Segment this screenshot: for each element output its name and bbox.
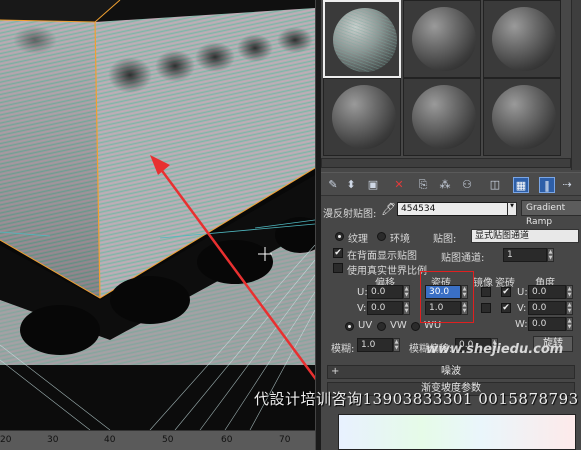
map-label: 漫反射贴图: bbox=[323, 209, 377, 220]
environ-radio[interactable] bbox=[377, 232, 386, 241]
v-mirror-checkbox[interactable] bbox=[481, 303, 491, 313]
blur-spinner[interactable]: ▲ ▼ bbox=[393, 338, 400, 352]
timeline-tick: 50 bbox=[162, 435, 174, 445]
timeline-tick: 40 bbox=[104, 435, 116, 445]
slots-vertical-scrollbar[interactable] bbox=[571, 0, 581, 170]
timeline-ruler[interactable]: 20 30 40 50 60 70 bbox=[0, 430, 318, 450]
make-unique-icon[interactable]: ⎘ bbox=[415, 177, 431, 193]
material-toolbar: ✎ ⬍ ▣ ✕ ⎘ ⁂ ⚇ ◫ ▦ ‖ ⇢ bbox=[321, 172, 581, 196]
material-editor-panel: ✎ ⬍ ▣ ✕ ⎘ ⁂ ⚇ ◫ ▦ ‖ ⇢ 漫反射贴图: 🖊 454534 ▼ … bbox=[321, 0, 581, 450]
plus-icon: + bbox=[331, 366, 340, 377]
v-angle-label: V: bbox=[517, 303, 527, 314]
uv-label: UV bbox=[358, 320, 373, 331]
v-angle-field[interactable]: 0.0 bbox=[528, 301, 566, 315]
uv-radio[interactable] bbox=[345, 322, 354, 331]
chevron-down-icon[interactable]: ▼ bbox=[507, 202, 517, 216]
go-to-parent-icon[interactable]: ‖ bbox=[539, 177, 555, 193]
map-type-button[interactable]: Gradient Ramp bbox=[521, 200, 581, 227]
assign-to-selection-icon[interactable]: ▣ bbox=[365, 177, 381, 193]
vw-label: VW bbox=[390, 320, 407, 331]
v-offset-spinner[interactable]: ▲ ▼ bbox=[403, 301, 410, 315]
show-on-back-label: 在背面显示贴图 bbox=[347, 251, 417, 262]
w-angle-spinner[interactable]: ▲ ▼ bbox=[566, 317, 573, 331]
u-tile-checkbox[interactable]: ✔ bbox=[501, 287, 511, 297]
material-slot[interactable] bbox=[403, 78, 481, 156]
environ-label: 环境 bbox=[390, 234, 410, 245]
put-to-scene-icon[interactable]: ⬍ bbox=[343, 177, 359, 193]
v-angle-spinner[interactable]: ▲ ▼ bbox=[566, 301, 573, 315]
u-offset-field[interactable]: 0.0 bbox=[367, 285, 403, 299]
3d-viewport[interactable] bbox=[0, 0, 315, 430]
v-tile-checkbox[interactable]: ✔ bbox=[501, 303, 511, 313]
mapping-dropdown[interactable]: 显式贴图通道 bbox=[471, 229, 579, 243]
material-sphere bbox=[412, 85, 476, 149]
material-sphere bbox=[412, 7, 476, 71]
u-angle-spinner[interactable]: ▲ ▼ bbox=[566, 285, 573, 299]
texture-label: 纹理 bbox=[348, 234, 368, 245]
w-angle-field[interactable]: 0.0 bbox=[528, 317, 566, 331]
texture-radio[interactable] bbox=[335, 232, 344, 241]
u-angle-field[interactable]: 0.0 bbox=[528, 285, 566, 299]
u-offset-spinner[interactable]: ▲ ▼ bbox=[403, 285, 410, 299]
go-forward-icon[interactable]: ⇢ bbox=[559, 177, 575, 193]
material-sphere bbox=[332, 85, 396, 149]
map-channel-spinner[interactable]: ▲ ▼ bbox=[547, 248, 554, 262]
v-offset-field[interactable]: 0.0 bbox=[367, 301, 403, 315]
mapping-label: 贴图: bbox=[433, 234, 457, 245]
u-angle-label: U: bbox=[517, 287, 528, 298]
viewport-scene bbox=[0, 0, 315, 430]
reset-map-icon[interactable]: ✕ bbox=[391, 177, 407, 193]
material-id-icon[interactable]: ⚇ bbox=[459, 177, 475, 193]
blur-field[interactable]: 1.0 bbox=[357, 338, 393, 352]
v-label: V: bbox=[357, 303, 367, 314]
noise-rollout[interactable]: 噪波 bbox=[327, 365, 575, 379]
timeline-tick: 70 bbox=[279, 435, 291, 445]
material-sphere bbox=[492, 85, 556, 149]
gradient-ramp-preview[interactable] bbox=[338, 414, 576, 450]
site-url-watermark: www.shejiedu.com bbox=[426, 342, 564, 357]
put-to-library-icon[interactable]: ⁂ bbox=[437, 177, 453, 193]
material-slot[interactable] bbox=[323, 78, 401, 156]
map-channel-field[interactable]: 1 bbox=[503, 248, 547, 262]
contact-watermark: 代設计培训咨询13903833301 0015878793 bbox=[254, 390, 579, 408]
wu-radio[interactable] bbox=[411, 322, 420, 331]
material-slot[interactable] bbox=[403, 0, 481, 78]
u-mirror-checkbox[interactable] bbox=[481, 287, 491, 297]
map-name-field[interactable]: 454534 bbox=[397, 202, 517, 216]
slots-horizontal-scrollbar[interactable] bbox=[321, 158, 571, 168]
show-on-back-checkbox[interactable]: ✔ bbox=[333, 248, 343, 258]
material-slot[interactable] bbox=[483, 78, 561, 156]
timeline-tick: 30 bbox=[47, 435, 59, 445]
get-material-icon[interactable]: ✎ bbox=[325, 177, 341, 193]
blur-label: 模糊: bbox=[331, 344, 355, 355]
material-slot[interactable] bbox=[323, 0, 401, 78]
show-end-result-icon[interactable]: ▦ bbox=[513, 177, 529, 193]
timeline-tick: 20 bbox=[0, 435, 12, 445]
map-channel-label: 贴图通道: bbox=[441, 253, 485, 264]
timeline-tick: 60 bbox=[221, 435, 233, 445]
show-map-icon[interactable]: ◫ bbox=[487, 177, 503, 193]
vw-radio[interactable] bbox=[377, 322, 386, 331]
w-label: W: bbox=[515, 319, 528, 330]
eyedropper-icon[interactable]: 🖊 bbox=[381, 202, 396, 216]
material-sphere bbox=[333, 8, 397, 72]
tiling-highlight-box bbox=[420, 271, 474, 323]
material-slot[interactable] bbox=[483, 0, 561, 78]
real-world-checkbox[interactable] bbox=[333, 263, 343, 273]
material-sphere bbox=[492, 7, 556, 71]
